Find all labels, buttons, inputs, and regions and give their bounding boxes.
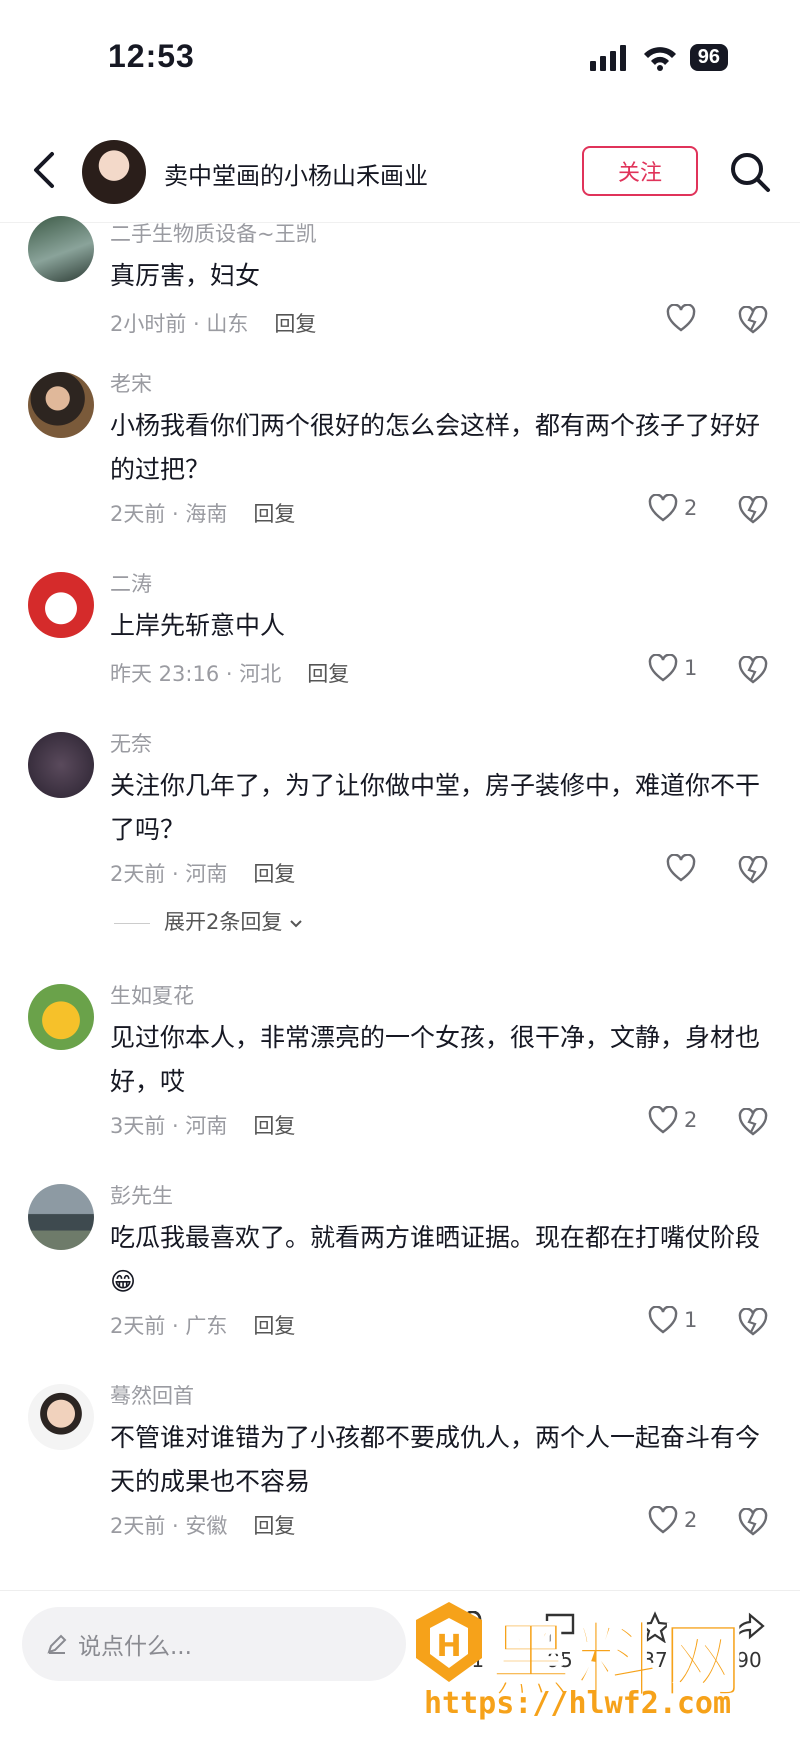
commenter-name[interactable]: 无奈 [110,728,152,758]
commenter-name[interactable]: 生如夏花 [110,980,194,1010]
comment-meta: 2天前 · 河南 回复 [110,858,295,888]
dislike-icon[interactable] [738,856,768,884]
comment-text: 真厉害，妇女 [110,261,261,290]
signal-icon [589,44,626,71]
expand-replies-label: 展开2条回复 [164,910,283,934]
like-button[interactable]: 1 [648,1306,697,1334]
battery-level: 96 [689,44,728,71]
comment-input-placeholder: 说点什么... [78,1634,192,1660]
like-button[interactable]: 1 [648,654,697,682]
like-button[interactable]: 2 [648,1506,697,1534]
like-button[interactable]: 2 [648,494,697,522]
svg-text:H: H [436,1629,461,1664]
like-count: 2 [684,1508,698,1532]
comment-time-location: 昨天 23:16 · 河北 [110,662,282,686]
profile-header: 卖中堂画的小杨山禾画业 关注 [0,118,800,223]
commenter-avatar[interactable] [28,1384,94,1450]
profile-avatar[interactable] [82,140,146,204]
like-count: 1 [684,656,698,680]
status-icons: 96 [589,44,728,71]
commenter-name[interactable]: 二手生物质设备~王凯 [110,218,317,248]
commenter-avatar[interactable] [28,732,94,798]
comment-text: 小杨我看你们两个很好的怎么会这样，都有两个孩子了好好的过把？ [110,411,761,484]
heart-icon [648,494,678,522]
commenter-avatar[interactable] [28,372,94,438]
heart-icon [648,1506,678,1534]
commenter-avatar[interactable] [28,1184,94,1250]
expand-replies-button[interactable]: 展开2条回复 [114,906,303,936]
watermark-url: https://hlwf2.com [424,1686,732,1721]
comment-time-location: 2天前 · 安徽 [110,1514,228,1538]
comment-input[interactable]: 说点什么... [22,1607,406,1681]
reply-button[interactable]: 回复 [253,502,295,526]
watermark: H 黑料网 https://hlwf2.com [410,1594,780,1721]
comment-text: 见过你本人，非常漂亮的一个女孩，很干净，文静，身材也好，哎 [110,1023,761,1096]
commenter-name[interactable]: 老宋 [110,368,152,398]
reply-button[interactable]: 回复 [307,662,349,686]
commenter-avatar[interactable] [28,572,94,638]
pencil-icon [47,1634,67,1654]
watermark-logo-icon: H [416,1602,482,1682]
comment-meta: 2天前 · 安徽 回复 [110,1510,295,1540]
comment-time-location: 2天前 · 海南 [110,502,228,526]
dislike-icon[interactable] [738,496,768,524]
like-count: 2 [684,1108,698,1132]
reply-button[interactable]: 回复 [253,1114,295,1138]
comment-meta: 2天前 · 广东 回复 [110,1310,295,1340]
divider [114,922,150,924]
comment-text: 不管谁对谁错为了小孩都不要成仇人，两个人一起奋斗有今天的成果也不容易 [110,1423,761,1496]
comment-time-location: 2小时前 · 山东 [110,312,249,336]
dislike-icon[interactable] [738,656,768,684]
dislike-icon[interactable] [738,1308,768,1336]
heart-icon [648,1306,678,1334]
dislike-icon[interactable] [738,1108,768,1136]
reply-button[interactable]: 回复 [274,312,316,336]
status-bar: 12:53 96 [0,0,800,118]
search-icon[interactable] [728,150,772,194]
reply-button[interactable]: 回复 [253,1314,295,1338]
comment-time-location: 3天前 · 河南 [110,1114,228,1138]
comment-meta: 2天前 · 海南 回复 [110,498,295,528]
heart-icon [666,854,696,882]
status-time: 12:53 [108,38,195,74]
like-button[interactable] [666,854,702,882]
comment-meta: 3天前 · 河南 回复 [110,1110,295,1140]
like-button[interactable] [666,304,702,332]
reply-button[interactable]: 回复 [253,862,295,886]
profile-name[interactable]: 卖中堂画的小杨山禾画业 [164,156,428,191]
reply-button[interactable]: 回复 [253,1514,295,1538]
comment-time-location: 2天前 · 广东 [110,1314,228,1338]
wifi-icon [643,46,676,71]
commenter-name[interactable]: 彭先生 [110,1180,173,1210]
dislike-icon[interactable] [738,1508,768,1536]
commenter-name[interactable]: 二涛 [110,568,152,598]
commenter-avatar[interactable] [28,984,94,1050]
follow-button[interactable]: 关注 [582,146,698,196]
dislike-icon[interactable] [738,306,768,334]
heart-icon [648,654,678,682]
comment-meta: 2小时前 · 山东 回复 [110,308,316,338]
commenter-name[interactable]: 蓦然回首 [110,1380,194,1410]
comment-text: 关注你几年了，为了让你做中堂，房子装修中，难道你不干了吗？ [110,771,761,844]
commenter-avatar[interactable] [28,216,94,282]
like-count: 1 [684,1308,698,1332]
back-arrow-icon[interactable] [24,148,64,192]
like-button[interactable]: 2 [648,1106,697,1134]
heart-icon [666,304,696,332]
comment-text: 吃瓜我最喜欢了。就看两方谁晒证据。现在都在打嘴仗阶段😁 [110,1223,761,1296]
comment-time-location: 2天前 · 河南 [110,862,228,886]
comment-text: 上岸先斩意中人 [110,611,286,640]
like-count: 2 [684,496,698,520]
heart-icon [648,1106,678,1134]
chevron-down-icon [290,920,302,928]
comment-meta: 昨天 23:16 · 河北 回复 [110,658,349,688]
